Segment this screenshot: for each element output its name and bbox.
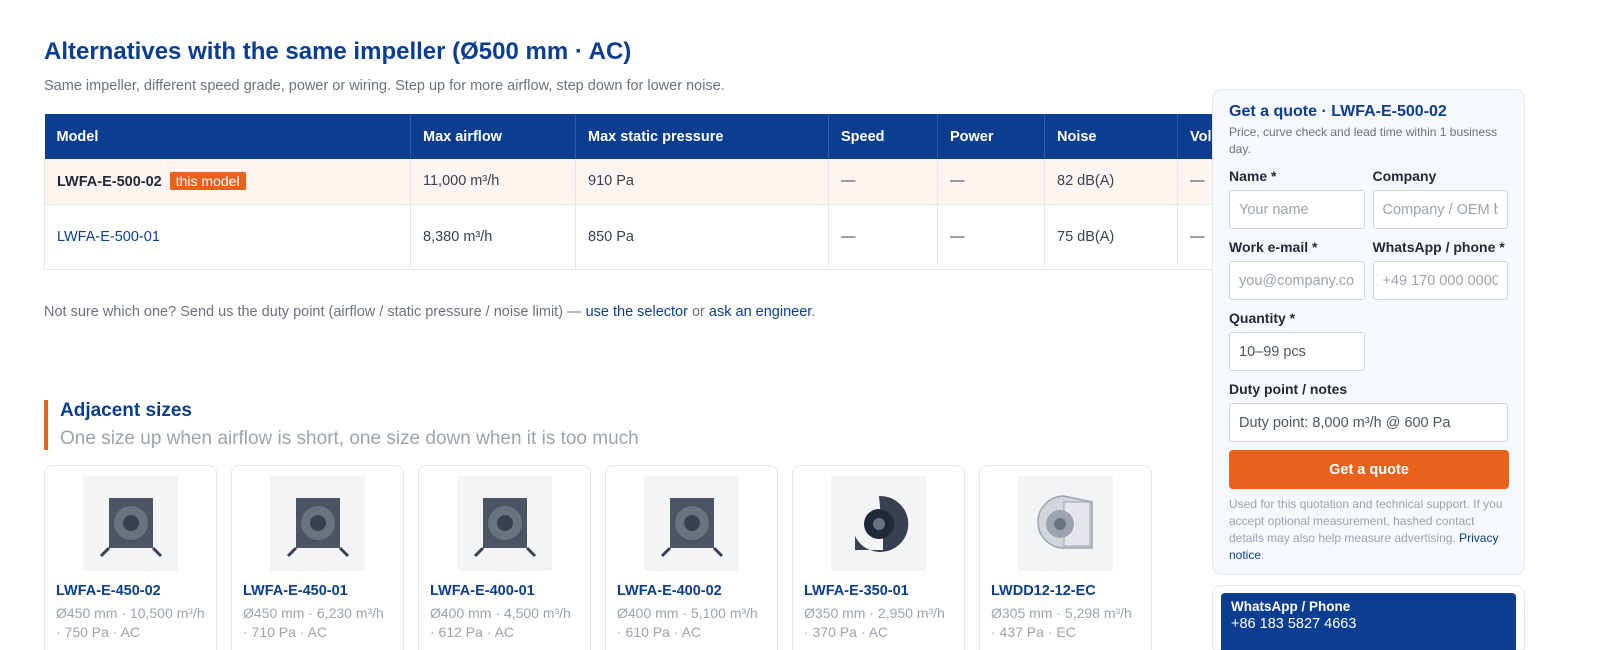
quantity-field-group: Quantity *	[1229, 310, 1365, 371]
email-input[interactable]	[1229, 261, 1365, 300]
quote-title: Get a quote · LWFA-E-500-02	[1229, 103, 1447, 120]
model-name: LWFA-E-500-02	[57, 174, 162, 191]
phone-input[interactable]	[1372, 261, 1508, 300]
card-model-name[interactable]: LWFA-E-400-01	[430, 583, 579, 599]
card-spec: Ø400 mm · 5,100 m³/h · 610 Pa · AC	[617, 605, 758, 640]
ask-engineer-link[interactable]: ask an engineer	[709, 304, 811, 320]
card-spec: Ø305 mm · 5,298 m³/h · 437 Pa · EC	[991, 605, 1132, 640]
cell-speed: —	[828, 204, 938, 270]
fan-product-image	[644, 476, 739, 571]
note-middle: or	[687, 304, 709, 320]
card-model-name[interactable]: LWFA-E-450-01	[243, 583, 392, 599]
cell-speed: —	[828, 159, 938, 205]
cell-noise: 82 dB(A)	[1044, 159, 1178, 205]
adjacent-title: Adjacent sizes	[60, 400, 192, 421]
card-spec: Ø450 mm · 10,500 m³/h · 750 Pa · AC	[56, 605, 205, 640]
company-field-group: Company	[1372, 168, 1508, 229]
fan-product-image	[457, 476, 552, 571]
quantity-row: Quantity *	[1229, 310, 1508, 371]
model-link[interactable]: LWFA-E-500-01	[57, 229, 160, 245]
name-company-row: Name * Company	[1229, 168, 1508, 229]
selector-link[interactable]: use the selector	[586, 304, 688, 320]
quantity-select[interactable]	[1229, 332, 1365, 371]
quote-subtitle: Price, curve check and lead time within …	[1229, 125, 1498, 156]
cell-airflow: 11,000 m³/h	[410, 159, 576, 205]
product-card[interactable]: LWFA-E-450-01 Ø450 mm · 6,230 m³/h · 710…	[231, 465, 404, 650]
card-model-name[interactable]: LWFA-E-450-02	[56, 583, 205, 599]
fan-product-image	[83, 476, 178, 571]
cell-airflow: 8,380 m³/h	[410, 204, 576, 270]
whatsapp-number[interactable]: +86 183 5827 4663	[1231, 616, 1506, 632]
cell-pressure: 910 Pa	[575, 159, 829, 205]
name-field-group: Name *	[1229, 168, 1365, 229]
cell-power: —	[937, 204, 1045, 270]
this-model-badge: this model	[169, 172, 246, 191]
adjacent-cards: LWFA-E-450-02 Ø450 mm · 10,500 m³/h · 75…	[44, 465, 1152, 650]
header-power: Power	[937, 114, 1045, 159]
note-suffix: .	[811, 304, 816, 320]
cell-pressure: 850 Pa	[575, 204, 829, 270]
quantity-label: Quantity *	[1229, 310, 1296, 326]
phone-field-group: WhatsApp / phone *	[1372, 239, 1508, 300]
table-row-current: LWFA-E-500-02 this model 11,000 m³/h 910 …	[44, 159, 1244, 205]
header-model: Model	[44, 114, 411, 159]
privacy-fine-print: Used for this quotation and technical su…	[1229, 496, 1508, 564]
duty-point-note: Not sure which one? Send us the duty poi…	[44, 304, 815, 320]
fan-product-image	[831, 476, 926, 571]
email-field-group: Work e-mail *	[1229, 239, 1365, 300]
section-subtitle: Same impeller, different speed grade, po…	[44, 78, 725, 94]
header-noise: Noise	[1044, 114, 1178, 159]
alternatives-table-wrapper[interactable]: Model Max airflow Max static pressure Sp…	[44, 114, 1244, 271]
cell-power: —	[937, 159, 1045, 205]
card-model-name[interactable]: LWFA-E-350-01	[804, 583, 953, 599]
notes-field-group: Duty point / notes	[1229, 381, 1508, 442]
card-model-name[interactable]: LWDD12-12-EC	[991, 583, 1140, 599]
product-card[interactable]: LWFA-E-350-01 Ø350 mm · 2,950 m³/h · 370…	[792, 465, 965, 650]
company-label: Company	[1372, 168, 1437, 184]
whatsapp-label: WhatsApp / Phone	[1231, 599, 1351, 614]
header-speed: Speed	[828, 114, 938, 159]
notes-label: Duty point / notes	[1229, 381, 1348, 397]
product-card[interactable]: LWDD12-12-EC Ø305 mm · 5,298 m³/h · 437 …	[979, 465, 1152, 650]
alternatives-table: Model Max airflow Max static pressure Sp…	[44, 114, 1244, 270]
fine-print-suffix: .	[1261, 548, 1265, 562]
card-spec: Ø400 mm · 4,500 m³/h · 612 Pa · AC	[430, 605, 571, 640]
notes-row: Duty point / notes	[1229, 381, 1508, 442]
company-input[interactable]	[1372, 190, 1508, 229]
product-card[interactable]: LWFA-E-450-02 Ø450 mm · 10,500 m³/h · 75…	[44, 465, 217, 650]
section-title: Alternatives with the same impeller (Ø50…	[44, 38, 632, 65]
whatsapp-contact-box: WhatsApp / Phone +86 183 5827 4663	[1212, 585, 1525, 650]
note-prefix: Not sure which one? Send us the duty poi…	[44, 304, 586, 320]
product-card[interactable]: LWFA-E-400-01 Ø400 mm · 4,500 m³/h · 612…	[418, 465, 591, 650]
whatsapp-contact-banner[interactable]: WhatsApp / Phone +86 183 5827 4663	[1221, 593, 1516, 650]
header-max-static-pressure: Max static pressure	[575, 114, 829, 159]
table-row: LWFA-E-500-01 8,380 m³/h 850 Pa — — 75 d…	[44, 204, 1244, 270]
name-label: Name *	[1229, 168, 1277, 184]
email-label: Work e-mail *	[1229, 239, 1318, 255]
card-spec: Ø450 mm · 6,230 m³/h · 710 Pa · AC	[243, 605, 384, 640]
adjacent-sizes-heading: Adjacent sizes One size up when airflow …	[44, 400, 639, 450]
cell-noise: 75 dB(A)	[1044, 204, 1178, 270]
adjacent-subtitle: One size up when airflow is short, one s…	[60, 428, 639, 449]
phone-label: WhatsApp / phone *	[1372, 239, 1505, 255]
fan-product-image	[270, 476, 365, 571]
card-model-name[interactable]: LWFA-E-400-02	[617, 583, 766, 599]
get-quote-button[interactable]: Get a quote	[1229, 450, 1509, 489]
email-phone-row: Work e-mail * WhatsApp / phone *	[1229, 239, 1508, 300]
table-header-row: Model Max airflow Max static pressure Sp…	[44, 114, 1244, 159]
quote-form-panel: Get a quote · LWFA-E-500-02 Price, curve…	[1212, 89, 1525, 575]
card-spec: Ø350 mm · 2,950 m³/h · 370 Pa · AC	[804, 605, 945, 640]
notes-input[interactable]	[1229, 403, 1508, 442]
product-card[interactable]: LWFA-E-400-02 Ø400 mm · 5,100 m³/h · 610…	[605, 465, 778, 650]
header-max-airflow: Max airflow	[410, 114, 576, 159]
name-input[interactable]	[1229, 190, 1365, 229]
fan-product-image	[1018, 476, 1113, 571]
cell-model: LWFA-E-500-02 this model	[44, 159, 411, 205]
cell-model: LWFA-E-500-01	[44, 204, 411, 270]
